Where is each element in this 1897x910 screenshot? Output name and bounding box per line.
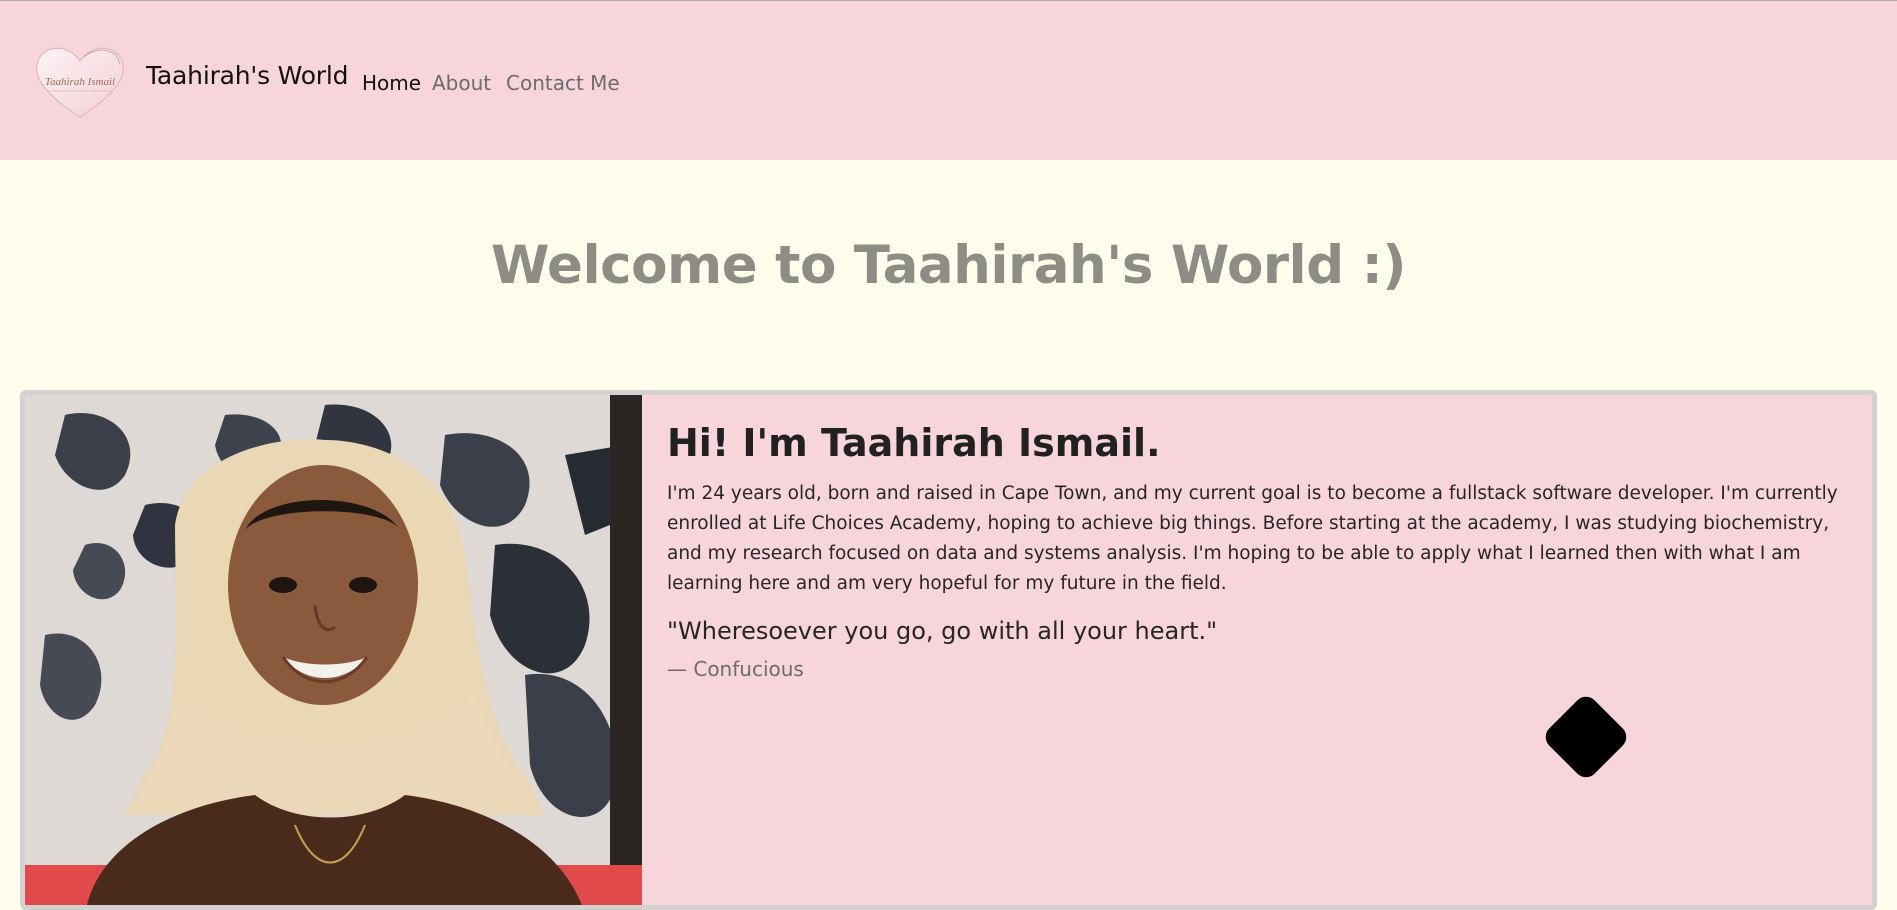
nav-link-contact[interactable]: Contact Me [506,71,620,95]
card-title: Hi! I'm Taahirah Ismail. [667,421,1161,465]
navbar: Taahirah Ismail Taahirah's World Home Ab… [0,1,1897,160]
brand-title[interactable]: Taahirah's World [146,61,348,90]
quote-author: — Confucious [667,657,804,681]
quote-text: "Wheresoever you go, go with all your he… [667,617,1218,645]
card-text: I'm 24 years old, born and raised in Cap… [667,483,1838,594]
about-card: Hi! I'm Taahirah Ismail. I'm 24 years ol… [20,390,1877,910]
nav-link-about[interactable]: About [432,71,491,95]
nav-link-home[interactable]: Home [362,71,421,95]
logo-signature: Taahirah Ismail [45,76,115,88]
heart-logo[interactable]: Taahirah Ismail [26,41,134,121]
page-title: Welcome to Taahirah's World :) [490,235,1407,296]
profile-photo [25,395,642,905]
